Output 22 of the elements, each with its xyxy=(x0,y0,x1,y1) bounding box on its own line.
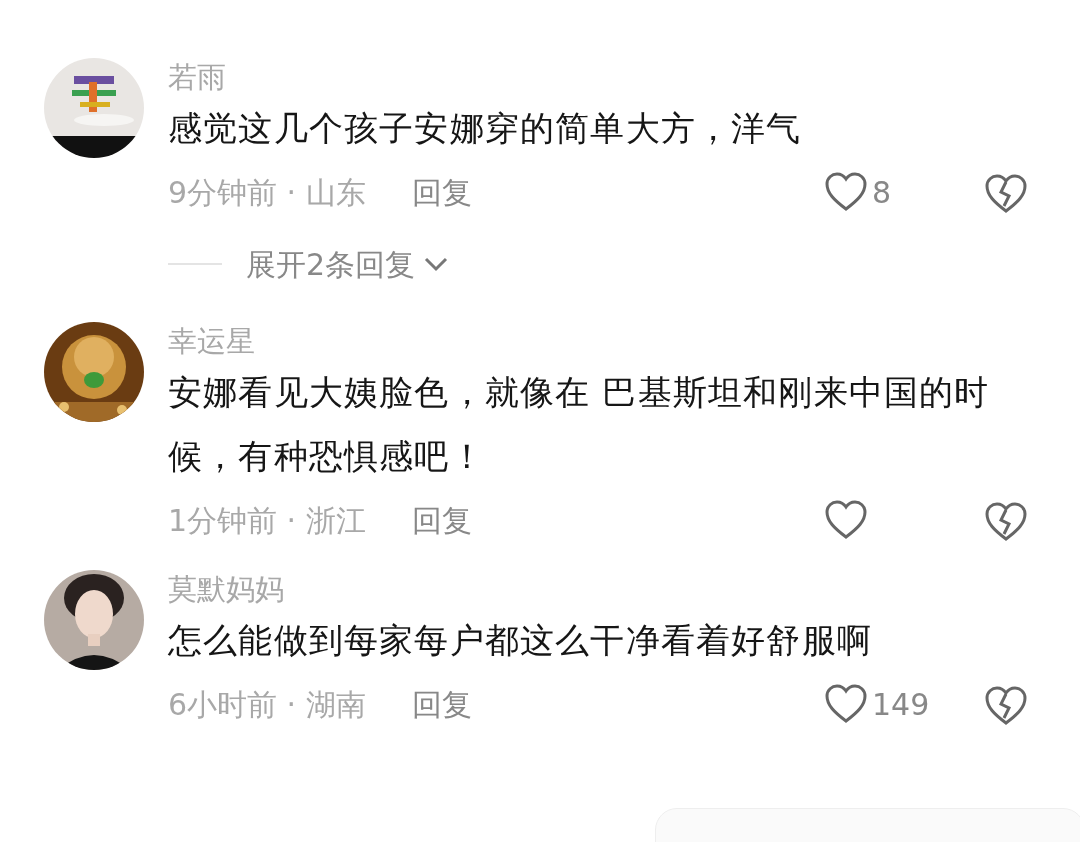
comment-text: 感觉这几个孩子安娜穿的简单大方，洋气 xyxy=(168,107,803,150)
like-icon[interactable] xyxy=(824,683,868,725)
comment-text: 安娜看见大姨脸色，就像在 巴基斯坦和刚来中国的时候，有种恐惧感吧！ xyxy=(168,371,991,478)
timestamp: 1分钟前 · 浙江 xyxy=(168,501,366,540)
reply-link[interactable]: 回复 xyxy=(411,169,472,215)
like-count: 8 xyxy=(872,173,892,212)
reply-link[interactable]: 回复 xyxy=(411,497,472,543)
like-icon[interactable] xyxy=(824,171,868,213)
broken-heart-icon[interactable] xyxy=(984,500,1028,543)
chevron-down-icon[interactable] xyxy=(423,256,450,272)
broken-heart-icon[interactable] xyxy=(984,172,1028,215)
comment-text: 怎么能做到每家每户都这么干净看着好舒服啊 xyxy=(168,619,873,662)
like-icon[interactable] xyxy=(824,499,868,541)
username[interactable]: 莫默妈妈 xyxy=(168,570,284,608)
timestamp: 9分钟前 · 山东 xyxy=(168,173,366,212)
like-count: 149 xyxy=(872,685,930,724)
timestamp: 6小时前 · 湖南 xyxy=(168,685,366,724)
reply-link[interactable]: 回复 xyxy=(411,681,472,727)
username[interactable]: 若雨 xyxy=(168,58,226,96)
username[interactable]: 幸运星 xyxy=(168,322,255,360)
expand-replies-link[interactable]: 展开2条回复 xyxy=(246,241,416,287)
broken-heart-icon[interactable] xyxy=(984,684,1028,727)
